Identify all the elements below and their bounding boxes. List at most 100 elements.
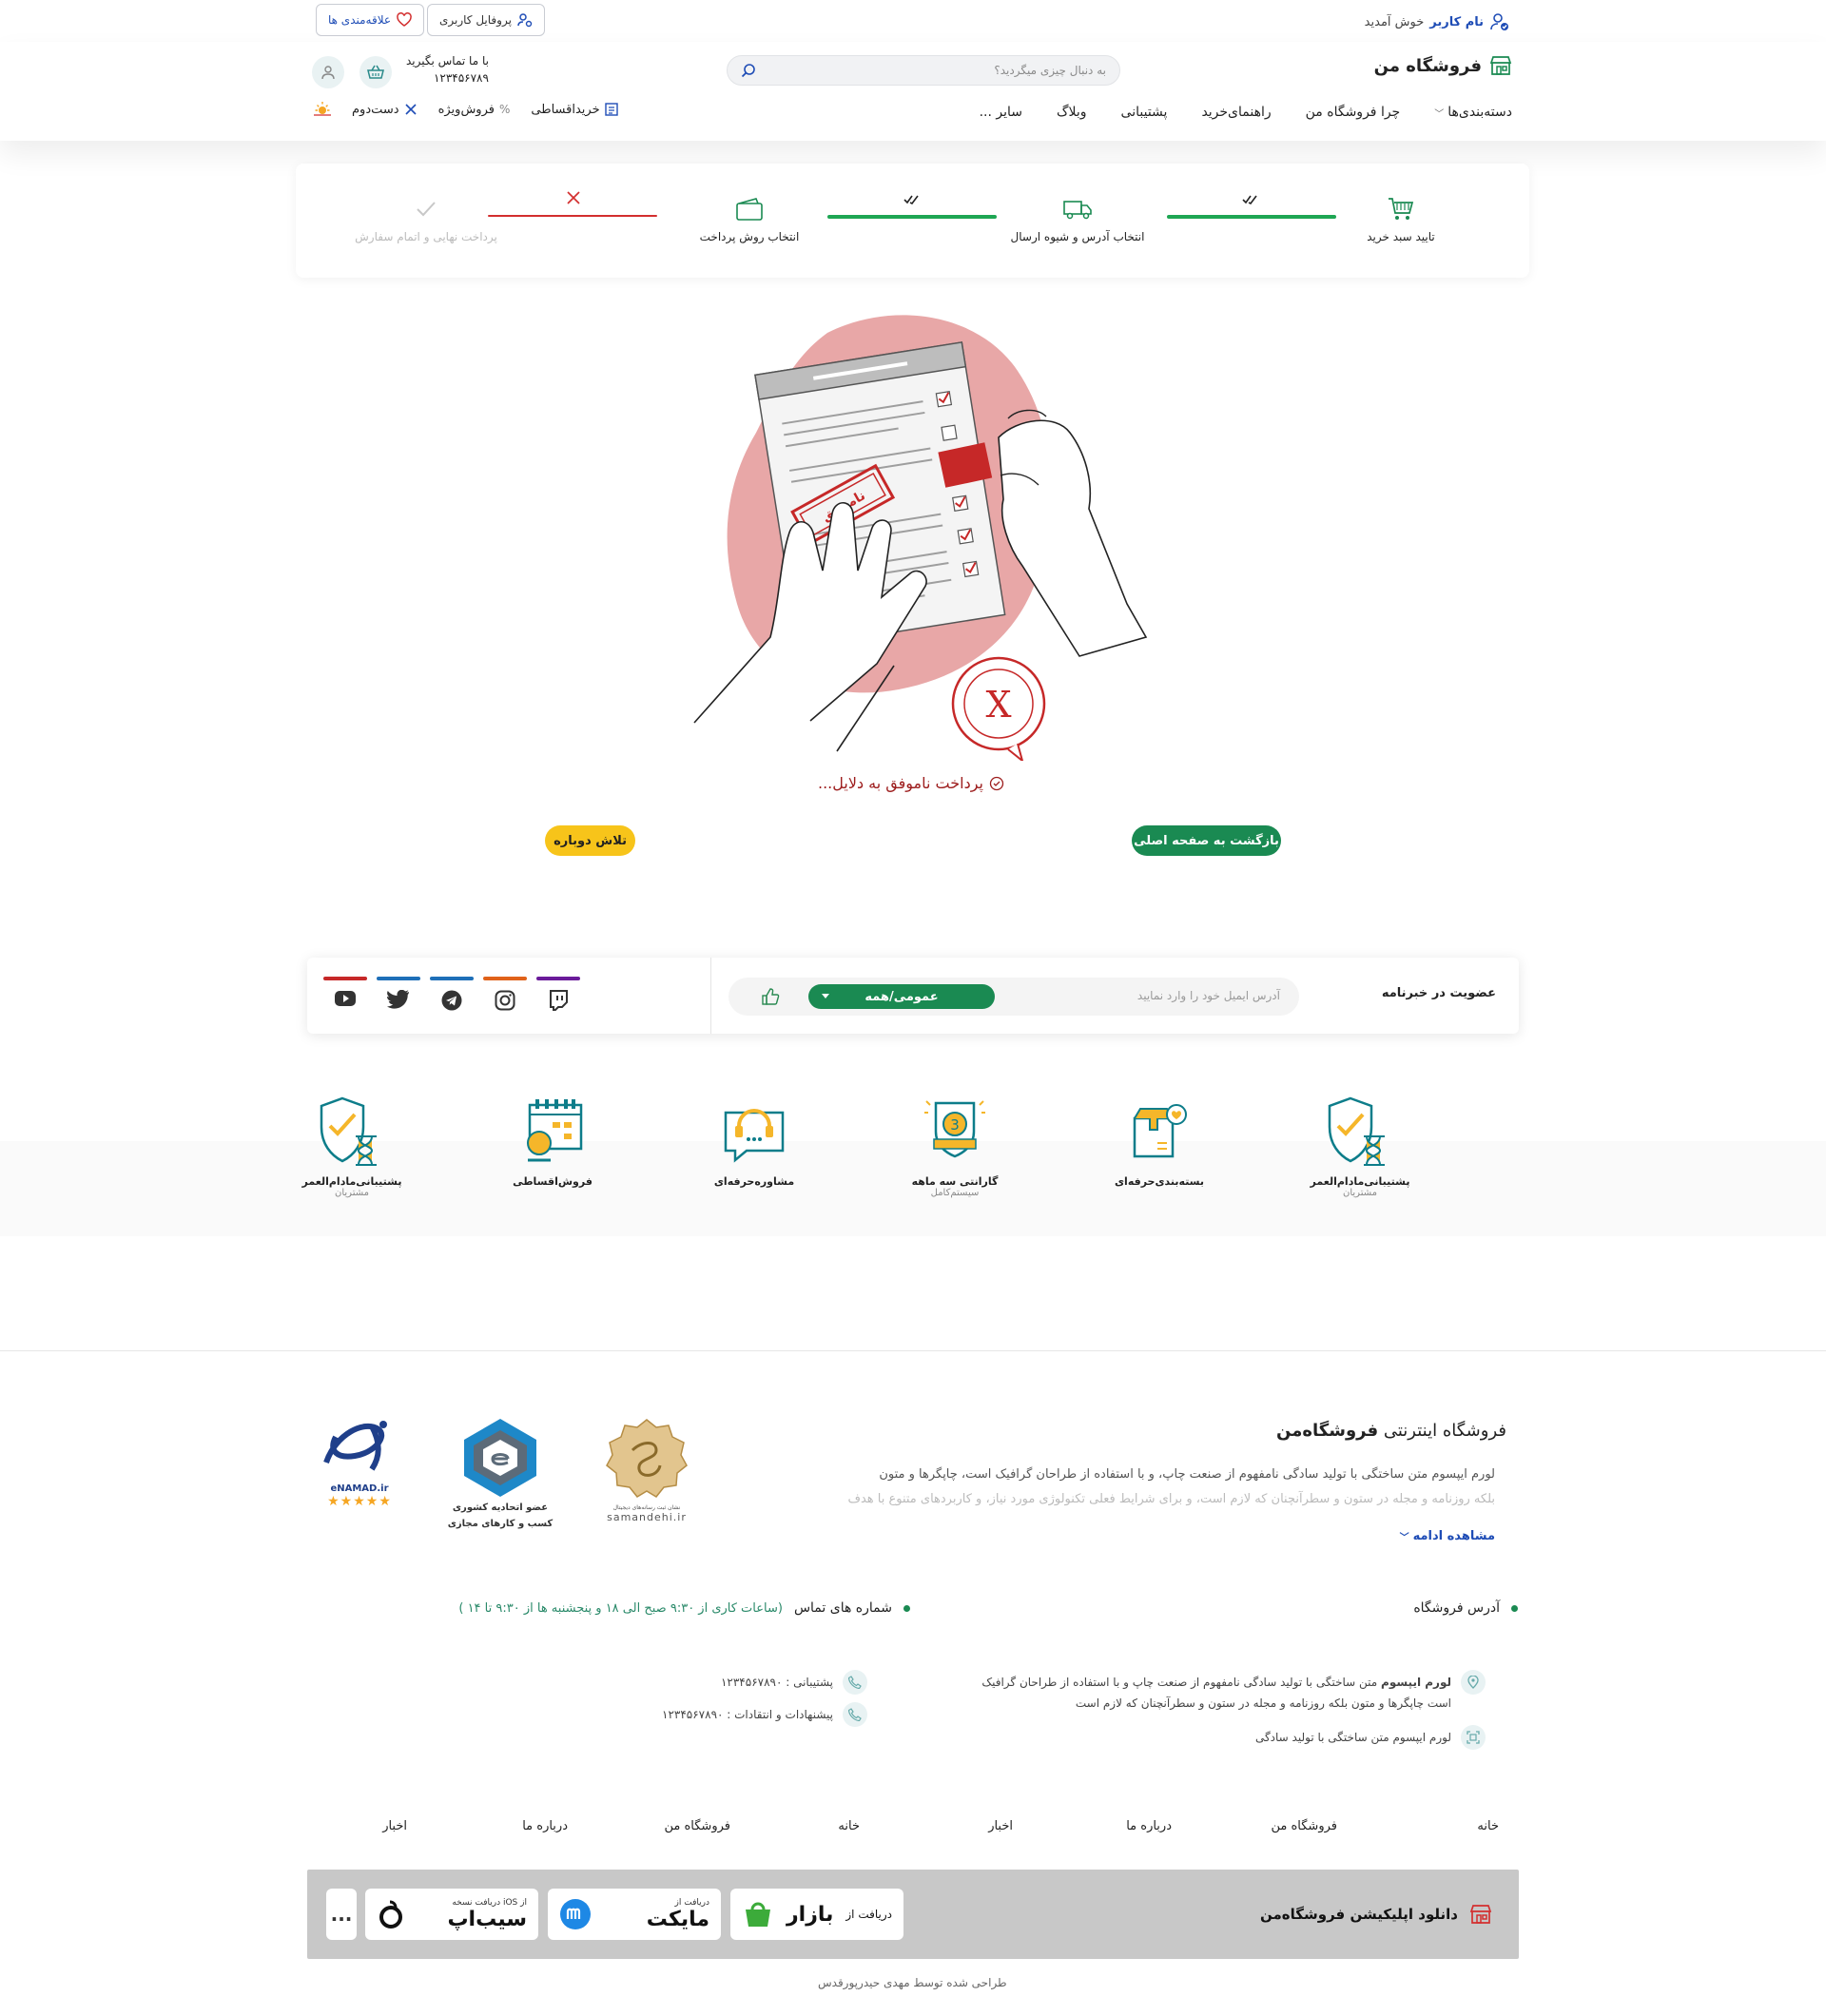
- newsletter-divider: [710, 958, 711, 1034]
- address-bold: لورم ایپسوم: [1381, 1676, 1451, 1689]
- search-input[interactable]: به دنبال چیزی میگردید؟: [994, 64, 1106, 77]
- enamad-stars-icon: ★★★★★: [327, 1494, 392, 1509]
- welcome-message: نام کاربر خوش آمدید: [1365, 11, 1510, 32]
- feature-subcaption: مشتریان: [335, 1188, 369, 1198]
- nav-item-more[interactable]: سایر ...: [980, 105, 1022, 120]
- footer-link-home[interactable]: خانه: [1477, 1819, 1499, 1833]
- subnav-secondhand[interactable]: دست‌دوم: [352, 101, 418, 118]
- read-more-link[interactable]: مشاهده ادامه ﹀: [1400, 1529, 1495, 1543]
- subnav-label: خریداقساطی: [531, 102, 600, 117]
- wishlist-button-label: علاقه‌مندی ها: [328, 13, 392, 27]
- subnav-label: دست‌دوم: [352, 102, 399, 117]
- checkout-steps: تایید سبد خرید انتخاب آدرس و شیوه ارسال …: [296, 164, 1529, 278]
- user-check-icon: [1489, 11, 1510, 32]
- address-line: لورم ایپسوم متن ساختگی با تولید سادگی نا…: [896, 1670, 1486, 1714]
- address-line-secondary: لورم ایپسوم متن ساختگی با تولید سادگی: [1255, 1725, 1486, 1750]
- profile-button-label: پروفایل کاربری: [439, 13, 512, 27]
- welcome-text: خوش آمدید: [1364, 14, 1425, 29]
- feedback-phone: پیشنهادات و انتقادات : ۱۲۳۴۵۶۷۸۹۰: [662, 1708, 833, 1721]
- nav-item-why[interactable]: چرا فروشگاه من: [1306, 105, 1401, 120]
- myket-store-button[interactable]: دریافت از مایکت: [548, 1889, 721, 1940]
- calendar-coin-icon: [486, 1094, 619, 1170]
- thumbs-up-icon[interactable]: [761, 987, 780, 1006]
- back-home-button[interactable]: بازگشت به صفحه اصلی: [1132, 825, 1281, 856]
- search-icon[interactable]: [741, 63, 756, 78]
- chevron-down-icon: ﹀: [1399, 1533, 1409, 1543]
- nav-item-support[interactable]: پشتیبانی: [1121, 105, 1168, 120]
- address-title: آدرس فروشگاه: [1413, 1600, 1500, 1616]
- theme-toggle[interactable]: [314, 101, 331, 118]
- youtube-icon: [334, 990, 357, 1007]
- bullet-dot: [1511, 1604, 1518, 1612]
- email-field[interactable]: آدرس ایمیل خود را وارد نمایید: [1137, 989, 1280, 1002]
- step-cart: تایید سبد خرید: [1320, 196, 1482, 243]
- about-line-faded: بلکه روزنامه و مجله در ستون و سطرآنچنان …: [847, 1492, 1495, 1506]
- account-button[interactable]: [312, 56, 344, 88]
- address-line3: لورم ایپسوم متن ساختگی با تولید سادگی: [1254, 1731, 1451, 1744]
- footer-link-about[interactable]: درباره ما: [1126, 1819, 1172, 1833]
- step-finish: پرداخت نهایی و اتمام سفارش: [345, 196, 507, 243]
- brand-name: فروشگاه من: [1373, 55, 1482, 76]
- bazaar-get-from: دریافت از: [845, 1908, 892, 1921]
- sibapp-get-from: دریافت نسخه iOS از: [452, 1897, 527, 1908]
- footer-link-store-2[interactable]: فروشگاه من: [664, 1819, 730, 1833]
- contact-phone[interactable]: ۱۲۳۴۵۶۷۸۹: [406, 69, 489, 87]
- address-line1: متن ساختگی با تولید سادگی نامفهوم از صنع…: [981, 1676, 1382, 1689]
- samandehi-logo-icon: [592, 1417, 702, 1502]
- read-more-label: مشاهده ادامه: [1412, 1529, 1495, 1543]
- samandehi-label: samandehi.ir: [607, 1511, 687, 1523]
- enamad-badge[interactable]: eNAMAD.ir ★★★★★: [304, 1417, 415, 1509]
- wishlist-button[interactable]: علاقه‌مندی ها: [316, 4, 425, 36]
- footer-link-news[interactable]: اخبار: [988, 1819, 1013, 1833]
- subnav-special-sale[interactable]: % فروش‌ویژه: [438, 101, 511, 118]
- step-payment: انتخاب روش پرداخت: [669, 196, 830, 243]
- feature-subcaption: مشتریان: [1343, 1188, 1377, 1198]
- samandehi-badge[interactable]: نشان ثبت رسانه‌های دیجیتال samandehi.ir: [592, 1417, 702, 1523]
- step-connector-done: [1167, 215, 1336, 219]
- social-youtube[interactable]: [323, 977, 367, 1011]
- feedback-phone-row[interactable]: پیشنهادات و انتقادات : ۱۲۳۴۵۶۷۸۹۰: [662, 1702, 867, 1727]
- nav-item-blog[interactable]: وبلاگ: [1057, 105, 1087, 120]
- union-badge[interactable]: عضو اتحادیه کشوری کسب و کارهای مجازی: [445, 1417, 555, 1529]
- myket-text: دریافت از مایکت: [647, 1898, 709, 1931]
- welcome-username[interactable]: نام کاربر: [1429, 15, 1484, 29]
- footer-link-about-2[interactable]: درباره ما: [522, 1819, 568, 1833]
- bazaar-name: بازار: [786, 1902, 834, 1927]
- footer-link-home-2[interactable]: خانه: [838, 1819, 860, 1833]
- contact-label: با ما تماس بگیرید: [406, 54, 489, 68]
- search-box[interactable]: به دنبال چیزی میگردید؟: [727, 55, 1120, 86]
- footer-link-store[interactable]: فروشگاه من: [1271, 1819, 1337, 1833]
- shield-hourglass-icon: [1293, 1094, 1427, 1170]
- social-twitch[interactable]: [536, 977, 580, 1011]
- social-twitter[interactable]: [377, 977, 420, 1011]
- user-icon: [321, 65, 336, 80]
- main-nav: دسته‌بندی‌ها ﹀ چرا فروشگاه من راهنمای‌خری…: [980, 105, 1512, 120]
- subnav-installment[interactable]: خریداقساطی: [531, 101, 618, 118]
- retry-button[interactable]: تلاش دوباره: [545, 825, 635, 856]
- footer-about: لورم ایپسوم متن ساختگی با تولید سادگی نا…: [753, 1463, 1495, 1512]
- caret-down-icon: [822, 994, 829, 998]
- brand-logo[interactable]: فروشگاه من: [1374, 55, 1512, 76]
- support-phone-row[interactable]: پشتیبانی : ۱۲۳۴۵۶۷۸۹۰: [721, 1670, 867, 1695]
- nav-item-categories[interactable]: دسته‌بندی‌ها ﹀: [1434, 105, 1512, 120]
- feature-subcaption: سیستم‌کامل: [930, 1188, 980, 1198]
- feature-caption: پشتیبانی‌مادام‌العمر: [301, 1175, 402, 1188]
- bazaar-store-button[interactable]: بازار دریافت از: [730, 1889, 903, 1940]
- heart-icon: [397, 12, 412, 28]
- designer-credit: طراحی شده توسط مهدی حیدرپورقدس: [818, 1976, 1007, 1989]
- social-instagram[interactable]: [483, 977, 527, 1011]
- union-logo-icon: [445, 1417, 555, 1499]
- footer-link-news-2[interactable]: اخبار: [382, 1819, 407, 1833]
- sibapp-store-button[interactable]: دریافت نسخه iOS از سیب‌اپ: [365, 1889, 538, 1940]
- nav-item-guide[interactable]: راهنمای‌خرید: [1201, 105, 1271, 120]
- user-settings-icon: [517, 12, 533, 28]
- newsletter-category-select[interactable]: عمومی/همه: [808, 984, 995, 1009]
- chevron-down-icon: ﹀: [1434, 108, 1445, 120]
- address-section-title: آدرس فروشگاه: [1413, 1600, 1518, 1616]
- social-telegram[interactable]: [430, 977, 474, 1011]
- more-stores-button[interactable]: ...: [326, 1889, 357, 1940]
- union-label: عضو اتحادیه کشوری: [452, 1502, 549, 1513]
- profile-button[interactable]: پروفایل کاربری: [427, 4, 545, 36]
- basket-button[interactable]: [359, 56, 392, 88]
- step-connector-done: [827, 215, 997, 219]
